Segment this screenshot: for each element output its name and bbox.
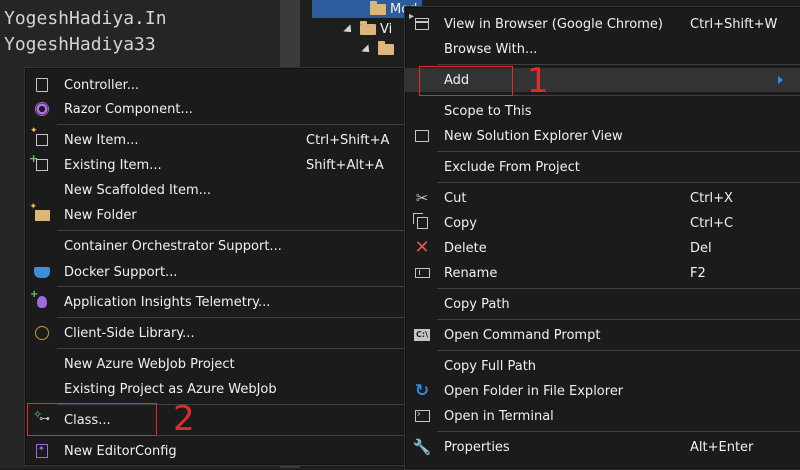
annotation-step-2: 2 (173, 399, 195, 439)
menu-separator (437, 319, 800, 320)
shortcut-label: Del (690, 240, 712, 256)
new-item-icon (30, 126, 51, 149)
folder-icon (360, 21, 376, 35)
menu-separator (57, 230, 405, 231)
menu-item-container-orchestrator[interactable]: Container Orchestrator Support... (25, 234, 405, 258)
menu-separator (57, 124, 405, 125)
menu-item-new-solution-explorer-view[interactable]: New Solution Explorer View (405, 124, 800, 148)
menu-separator (57, 286, 405, 287)
menu-item-open-command-prompt[interactable]: C:\ Open Command Prompt (405, 323, 800, 347)
expand-arrow-icon[interactable] (361, 43, 373, 56)
existing-item-icon (29, 152, 51, 174)
menu-item-new-scaffolded-item[interactable]: New Scaffolded Item... (25, 178, 405, 202)
menu-separator (57, 348, 405, 349)
menu-item-delete[interactable]: ✕ Delete Del (405, 236, 800, 260)
menu-item-new-folder[interactable]: New Folder (25, 202, 405, 227)
shortcut-label: F2 (690, 265, 706, 281)
menu-item-copy-path[interactable]: Copy Path (405, 292, 800, 316)
menu-item-view-in-browser[interactable]: View in Browser (Google Chrome) Ctrl+Shi… (405, 11, 800, 36)
menu-item-open-in-terminal[interactable]: Open in Terminal (405, 404, 800, 428)
tree-item-views[interactable]: Vi (343, 21, 393, 37)
client-library-icon (33, 324, 51, 342)
menu-item-exclude-from-project[interactable]: Exclude From Project (405, 155, 800, 179)
annotation-box-add (419, 66, 513, 96)
shortcut-label: Ctrl+Shift+A (306, 132, 390, 148)
browser-icon (409, 11, 431, 33)
menu-item-client-side-library[interactable]: Client-Side Library... (25, 321, 405, 345)
shortcut-label: Alt+Enter (690, 439, 754, 455)
tree-item-subfolder[interactable] (361, 41, 398, 56)
shortcut-label: Ctrl+X (690, 190, 733, 206)
shortcut-label: Ctrl+C (690, 215, 734, 231)
terminal-icon (413, 407, 431, 425)
menu-separator (57, 317, 405, 318)
shortcut-label: Ctrl+Shift+W (690, 16, 778, 32)
editorconfig-icon (33, 442, 51, 460)
open-folder-icon: ↻ (414, 380, 430, 401)
menu-item-docker-support[interactable]: Docker Support... (25, 260, 405, 284)
menu-item-copy-full-path[interactable]: Copy Full Path (405, 354, 800, 378)
menu-item-new-azure-webjob[interactable]: New Azure WebJob Project (25, 352, 405, 376)
solution-explorer-icon (413, 127, 431, 145)
menu-item-copy[interactable]: Copy Ctrl+C (405, 211, 800, 235)
watermark-site: YogeshHadiya.In (4, 8, 167, 29)
menu-item-razor-component[interactable]: Razor Component... (25, 97, 405, 121)
folder-icon (370, 1, 386, 15)
menu-separator (437, 151, 800, 152)
menu-item-new-item[interactable]: New Item... Ctrl+Shift+A (25, 126, 405, 152)
menu-separator (437, 288, 800, 289)
menu-separator (437, 431, 800, 432)
menu-item-app-insights[interactable]: Application Insights Telemetry... (25, 289, 405, 314)
menu-separator (437, 64, 800, 65)
insights-icon (30, 289, 51, 311)
expand-arrow-icon[interactable] (343, 23, 355, 36)
cut-icon: ✂ (415, 188, 429, 207)
menu-item-browse-with[interactable]: Browse With... (405, 37, 800, 61)
annotation-box-class (27, 403, 157, 436)
submenu-arrow-icon (778, 76, 783, 84)
razor-component-icon (33, 100, 51, 118)
tree-item-label: Vi (380, 22, 393, 37)
menu-separator (437, 182, 800, 183)
command-prompt-icon: C:\ (414, 329, 430, 341)
rename-icon (413, 264, 431, 282)
annotation-step-1: 1 (527, 61, 549, 101)
docker-icon (33, 263, 51, 281)
menu-item-existing-item[interactable]: Existing Item... Shift+Alt+A (25, 152, 405, 177)
wrench-icon: 🔧 (412, 437, 432, 456)
menu-item-open-folder-in-explorer[interactable]: ↻ Open Folder in File Explorer (405, 379, 800, 403)
menu-separator (437, 350, 800, 351)
menu-item-cut[interactable]: ✂ Cut Ctrl+X (405, 186, 800, 210)
menu-item-scope-to-this[interactable]: Scope to This (405, 99, 800, 123)
folder-icon (378, 41, 394, 55)
menu-item-rename[interactable]: Rename F2 (405, 261, 800, 285)
shortcut-label: Shift+Alt+A (306, 157, 384, 173)
new-folder-icon (30, 202, 51, 224)
menu-item-controller[interactable]: Controller... (25, 73, 405, 97)
delete-icon: ✕ (414, 237, 430, 258)
copy-icon (412, 213, 431, 232)
menu-item-properties[interactable]: 🔧 Properties Alt+Enter (405, 435, 800, 459)
menu-item-existing-azure-webjob[interactable]: Existing Project as Azure WebJob (25, 377, 405, 401)
menu-item-new-editorconfig[interactable]: New EditorConfig (25, 439, 405, 463)
controller-icon (33, 76, 51, 94)
watermark-handle: YogeshHadiya33 (4, 34, 156, 55)
